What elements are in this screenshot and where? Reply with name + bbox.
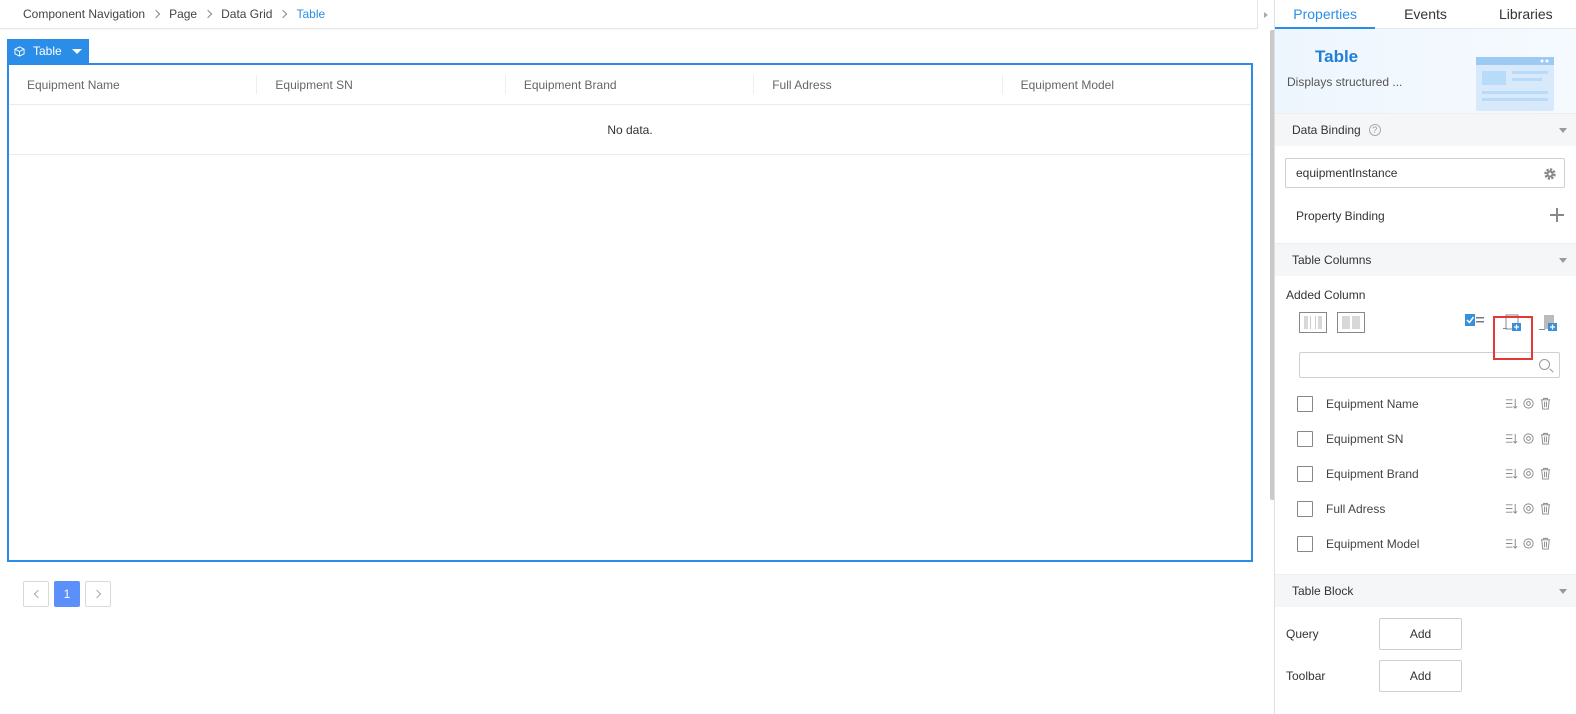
add-icon[interactable]	[1550, 208, 1564, 222]
section-table-block[interactable]: Table Block	[1275, 574, 1576, 607]
settings-icon[interactable]	[1522, 537, 1535, 550]
chevron-right-icon	[203, 9, 213, 19]
query-row: Query Add	[1275, 613, 1576, 655]
list-item: Full Adress	[1275, 491, 1576, 526]
help-icon[interactable]: ?	[1368, 124, 1381, 136]
tab-events[interactable]: Events	[1375, 0, 1475, 28]
tab-properties[interactable]: Properties	[1275, 0, 1376, 29]
list-item: Equipment SN	[1275, 421, 1576, 456]
column-header-full-adress[interactable]: Full Adress	[754, 65, 1004, 104]
column-layout-split-icon[interactable]	[1299, 312, 1327, 333]
search-icon[interactable]	[1539, 359, 1550, 370]
added-column-label: Added Column	[1286, 288, 1366, 302]
column-label: Equipment Name	[1326, 396, 1419, 411]
next-page-button[interactable]	[85, 581, 111, 607]
sort-icon[interactable]	[1505, 537, 1518, 550]
select-columns-icon[interactable]	[1465, 314, 1485, 328]
column-list: Equipment Name Equipment SN Equipment Br…	[1275, 386, 1576, 561]
pagination: 1	[23, 581, 111, 607]
column-layout-merge-icon[interactable]	[1337, 312, 1365, 333]
settings-icon[interactable]	[1522, 502, 1535, 515]
add-toolbar-button[interactable]: Add	[1379, 660, 1462, 692]
list-item: Equipment Model	[1275, 526, 1576, 561]
list-item: Equipment Name	[1275, 386, 1576, 421]
column-checkbox[interactable]	[1297, 395, 1313, 412]
column-header-equipment-brand[interactable]: Equipment Brand	[506, 65, 755, 104]
property-binding-row: Property Binding	[1275, 188, 1576, 243]
trash-icon[interactable]	[1539, 467, 1552, 480]
section-title: Table Columns	[1292, 253, 1372, 267]
data-binding-field[interactable]: equipmentInstance	[1285, 158, 1565, 188]
settings-icon[interactable]	[1522, 397, 1535, 410]
gear-icon[interactable]	[1543, 167, 1557, 181]
section-title: Table Block	[1292, 584, 1354, 598]
component-hero: Table Displays structured ...	[1275, 29, 1576, 113]
collapse-caret-icon	[1559, 258, 1567, 263]
toolbar-label: Toolbar	[1286, 669, 1326, 683]
column-checkbox[interactable]	[1297, 535, 1313, 552]
insert-column-icon[interactable]	[1539, 314, 1559, 332]
collapse-caret-icon	[1559, 128, 1567, 133]
breadcrumb-item-component-navigation[interactable]: Component Navigation	[23, 7, 145, 21]
breadcrumb-item-page[interactable]: Page	[169, 7, 197, 21]
column-checkbox[interactable]	[1297, 430, 1313, 447]
sort-icon[interactable]	[1505, 467, 1518, 480]
section-data-binding[interactable]: Data Binding ?	[1275, 113, 1576, 146]
table-component[interactable]: Equipment Name Equipment SN Equipment Br…	[7, 63, 1253, 562]
caret-right-icon	[1264, 11, 1268, 18]
table-header: Equipment Name Equipment SN Equipment Br…	[9, 65, 1251, 105]
sort-icon[interactable]	[1505, 502, 1518, 515]
property-binding-label: Property Binding	[1296, 208, 1385, 223]
properties-panel: Properties Events Libraries Table Displa…	[1274, 0, 1576, 714]
column-header-equipment-model[interactable]: Equipment Model	[1003, 65, 1251, 104]
query-label: Query	[1286, 627, 1319, 641]
column-checkbox[interactable]	[1297, 500, 1313, 517]
panel-collapse-handle[interactable]	[1257, 0, 1274, 29]
list-item: Equipment Brand	[1275, 456, 1576, 491]
settings-icon[interactable]	[1522, 432, 1535, 445]
chevron-right-icon	[151, 9, 161, 19]
caret-down-icon[interactable]	[71, 48, 82, 54]
sort-icon[interactable]	[1505, 432, 1518, 445]
column-header-equipment-sn[interactable]: Equipment SN	[257, 65, 507, 104]
trash-icon[interactable]	[1539, 432, 1552, 445]
empty-state: No data.	[9, 105, 1251, 155]
add-query-button[interactable]: Add	[1379, 618, 1462, 650]
trash-icon[interactable]	[1539, 397, 1552, 410]
column-header-equipment-name[interactable]: Equipment Name	[9, 65, 258, 104]
column-label: Full Adress	[1326, 501, 1386, 516]
section-title: Data Binding	[1292, 123, 1361, 137]
toolbar-row: Toolbar Add	[1275, 655, 1576, 697]
app-root: Component Navigation Page Data Grid Tabl…	[0, 0, 1576, 714]
prev-page-button[interactable]	[23, 581, 49, 607]
breadcrumb-item-data-grid[interactable]: Data Grid	[221, 7, 272, 21]
column-label: Equipment Model	[1326, 536, 1420, 551]
chevron-right-icon	[92, 589, 101, 599]
trash-icon[interactable]	[1539, 502, 1552, 515]
sort-icon[interactable]	[1505, 397, 1518, 410]
data-binding-value: equipmentInstance	[1296, 166, 1398, 180]
design-canvas: Component Navigation Page Data Grid Tabl…	[0, 0, 1268, 714]
component-tag-label: Table	[33, 44, 62, 58]
section-table-columns[interactable]: Table Columns	[1275, 243, 1576, 276]
settings-icon[interactable]	[1522, 467, 1535, 480]
panel-tabs: Properties Events Libraries	[1275, 0, 1576, 29]
chevron-left-icon	[33, 589, 42, 599]
collapse-caret-icon	[1559, 589, 1567, 594]
breadcrumb: Component Navigation Page Data Grid Tabl…	[0, 0, 1257, 29]
column-label: Equipment SN	[1326, 431, 1404, 446]
chevron-right-icon	[279, 9, 288, 19]
tab-libraries[interactable]: Libraries	[1476, 0, 1576, 28]
column-label: Equipment Brand	[1326, 466, 1419, 481]
table-illustration-icon	[1476, 57, 1554, 111]
column-checkbox[interactable]	[1297, 465, 1313, 482]
highlight-box	[1493, 316, 1533, 360]
cube-icon	[14, 45, 25, 57]
page-number-button[interactable]: 1	[54, 581, 80, 607]
breadcrumb-item-table[interactable]: Table	[296, 7, 325, 21]
component-tag[interactable]: Table	[7, 39, 89, 63]
trash-icon[interactable]	[1539, 537, 1552, 550]
